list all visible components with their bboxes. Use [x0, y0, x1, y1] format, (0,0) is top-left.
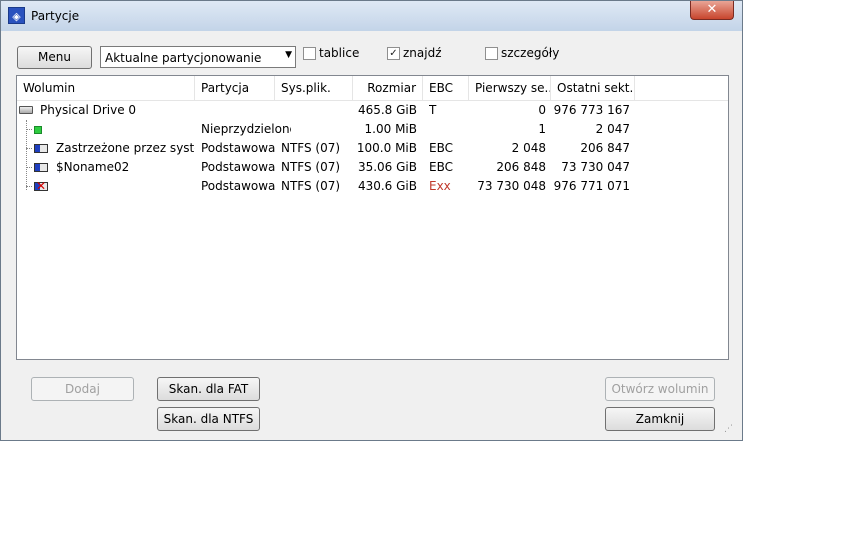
close-icon: ✕ [706, 2, 718, 17]
cell-last-sector: 976 771 071 [553, 179, 630, 193]
cell-last-sector: 206 847 [580, 141, 630, 155]
column-header-ebc[interactable]: EBC [423, 76, 469, 100]
checkbox-tables-label: tablice [319, 46, 360, 60]
title-bar[interactable]: ◈ Partycje ✕ [1, 1, 742, 31]
cell-filesystem: NTFS (07) [281, 179, 341, 193]
cell-size: 35.06 GiB [357, 160, 417, 174]
list-header: Wolumin Partycja Sys.plik. Rozmiar EBC P… [17, 76, 728, 101]
cell-filesystem: NTFS (07) [281, 141, 341, 155]
cell-ebc: EBC [429, 160, 453, 174]
table-row[interactable]: Zastrzeżone przez system Podstawowa NTFS… [17, 139, 728, 158]
scan-fat-button-label: Skan. dla FAT [168, 382, 249, 396]
partitions-window: ◈ Partycje ✕ Menu Aktualne partycjonowan… [0, 0, 743, 441]
tree-branch [26, 129, 32, 130]
cell-filesystem [281, 101, 353, 120]
close-button[interactable]: Zamknij [605, 407, 715, 431]
table-row[interactable]: Physical Drive 0 465.8 GiB T 0 976 773 1… [17, 101, 728, 120]
cell-volume [56, 177, 195, 196]
checkmark-icon: ✓ [389, 48, 398, 59]
cell-last-sector: 2 047 [595, 122, 630, 136]
cell-ebc: T [429, 103, 437, 117]
partition-icon [34, 163, 48, 172]
column-header-volume[interactable]: Wolumin [17, 76, 195, 100]
cell-ebc-error: Exx [429, 179, 451, 193]
open-volume-button[interactable]: Otwórz wolumin [605, 377, 715, 401]
resize-grip-icon[interactable]: ⋰ [724, 424, 734, 434]
column-header-partition[interactable]: Partycja [195, 76, 275, 100]
cell-size: 1.00 MiB [364, 122, 417, 136]
cell-size: 465.8 GiB [357, 103, 417, 117]
checkbox-find-label: znajdź [403, 46, 442, 60]
cell-volume: Zastrzeżone przez system [56, 141, 195, 155]
table-row[interactable]: ✕ Podstawowa NTFS (07) 430.6 GiB Exx 73 … [17, 177, 728, 196]
tree-branch [26, 148, 32, 149]
cell-first-sector: 0 [538, 103, 546, 117]
cell-filesystem: NTFS (07) [281, 160, 341, 174]
window-title: Partycje [31, 9, 80, 23]
table-row[interactable]: $Noname02 Podstawowa NTFS (07) 35.06 GiB… [17, 158, 728, 177]
cell-last-sector: 976 773 167 [553, 103, 630, 117]
cell-partition: Nieprzydzielone [201, 122, 291, 136]
partition-icon [34, 144, 48, 153]
checkbox-details-label: szczegóły [501, 46, 560, 60]
column-header-last-sector[interactable]: Ostatni sekt... [551, 76, 635, 100]
cell-volume: Physical Drive 0 [40, 103, 137, 117]
menu-button[interactable]: Menu [17, 46, 92, 69]
cell-partition: Podstawowa [201, 141, 275, 155]
cell-volume [56, 120, 195, 139]
cell-partition: Podstawowa [201, 179, 275, 193]
cell-volume: $Noname02 [56, 160, 130, 174]
cell-partition: Podstawowa [201, 160, 275, 174]
checkbox-tables-box[interactable] [303, 47, 316, 60]
tree-branch [26, 186, 32, 187]
add-button-label: Dodaj [65, 382, 100, 396]
close-button-label: Zamknij [635, 412, 685, 426]
cell-last-sector: 73 730 047 [561, 160, 630, 174]
cell-first-sector: 2 048 [511, 141, 546, 155]
scan-ntfs-button-label: Skan. dla NTFS [163, 412, 254, 426]
scan-ntfs-button[interactable]: Skan. dla NTFS [157, 407, 260, 431]
column-header-first-sector[interactable]: Pierwszy se... [469, 76, 551, 100]
column-header-filesystem[interactable]: Sys.plik. [275, 76, 353, 100]
cell-first-sector: 1 [538, 122, 546, 136]
cell-size: 100.0 MiB [356, 141, 417, 155]
partition-list[interactable]: Wolumin Partycja Sys.plik. Rozmiar EBC P… [16, 75, 729, 360]
scan-fat-button[interactable]: Skan. dla FAT [157, 377, 260, 401]
view-select[interactable]: Aktualne partycjonowanie ▼ [100, 46, 296, 68]
close-window-button[interactable]: ✕ [690, 1, 734, 20]
open-volume-button-label: Otwórz wolumin [611, 382, 709, 396]
missing-partition-icon: ✕ [35, 179, 47, 193]
cell-first-sector: 73 730 048 [477, 179, 546, 193]
unallocated-icon [34, 126, 42, 134]
cell-size: 430.6 GiB [357, 179, 417, 193]
add-button[interactable]: Dodaj [31, 377, 134, 401]
view-select-value: Aktualne partycjonowanie [105, 51, 262, 65]
column-header-size[interactable]: Rozmiar [353, 76, 423, 100]
checkbox-find-box[interactable]: ✓ [387, 47, 400, 60]
menu-button-label: Menu [38, 50, 71, 64]
cell-ebc [429, 120, 469, 139]
tree-branch [26, 167, 32, 168]
dialog-client: Menu Aktualne partycjonowanie ▼ tablice … [7, 31, 736, 436]
cell-filesystem [281, 120, 353, 139]
physical-drive-icon [19, 106, 33, 114]
cell-first-sector: 206 848 [496, 160, 546, 174]
table-row[interactable]: Nieprzydzielone 1.00 MiB 1 2 047 [17, 120, 728, 139]
checkbox-details-box[interactable] [485, 47, 498, 60]
cell-partition [201, 101, 275, 120]
cell-ebc: EBC [429, 141, 453, 155]
app-icon: ◈ [8, 7, 25, 24]
chevron-down-icon: ▼ [285, 50, 292, 60]
